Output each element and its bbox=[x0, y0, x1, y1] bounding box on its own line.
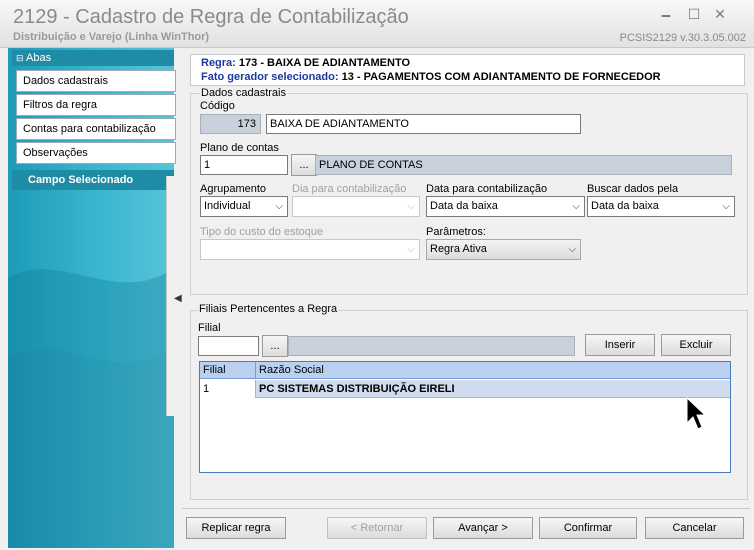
sidebar: ⊟ Abas Dados cadastrais Filtros da regra… bbox=[8, 48, 176, 548]
buscar-dados-select[interactable]: Data da baixa ⌵ bbox=[587, 196, 735, 217]
filiais-table[interactable]: Filial Razão Social 1 PC SISTEMAS DISTRI… bbox=[199, 361, 731, 473]
footer-bar: Replicar regra < Retornar Avançar > Conf… bbox=[182, 508, 750, 546]
agrupamento-value: Individual bbox=[204, 200, 251, 212]
agrupamento-select[interactable]: Individual ⌵ bbox=[200, 196, 288, 217]
inserir-button[interactable]: Inserir bbox=[585, 334, 655, 356]
excluir-button[interactable]: Excluir bbox=[661, 334, 731, 356]
plano-de-contas-descricao: PLANO DE CONTAS bbox=[315, 155, 732, 175]
avancar-button[interactable]: Avançar > bbox=[433, 517, 533, 539]
window-title: 2129 - Cadastro de Regra de Contabilizaç… bbox=[13, 6, 409, 28]
confirmar-button[interactable]: Confirmar bbox=[539, 517, 637, 539]
dados-cadastrais-legend: Dados cadastrais bbox=[200, 87, 287, 99]
data-contabilizacao-value: Data da baixa bbox=[430, 200, 498, 212]
sidebar-splitter[interactable] bbox=[166, 176, 174, 416]
regra-value: 173 - BAIXA DE ADIANTAMENTO bbox=[238, 57, 411, 69]
sidebar-item-contas-para-contabilizacao[interactable]: Contas para contabilização bbox=[16, 118, 176, 140]
chevron-down-icon: ⌵ bbox=[275, 201, 283, 212]
parametros-value: Regra Ativa bbox=[430, 243, 487, 255]
version-label: PCSIS2129 v.30.3.05.002 bbox=[619, 32, 746, 44]
rule-header: Regra: 173 - BAIXA DE ADIANTAMENTO Fato … bbox=[190, 54, 745, 86]
column-header-razao-social[interactable]: Razão Social bbox=[256, 362, 730, 379]
buscar-dados-value: Data da baixa bbox=[591, 200, 659, 212]
close-icon[interactable]: ✕ bbox=[710, 4, 730, 24]
filial-descricao bbox=[288, 336, 575, 356]
descricao-field[interactable]: BAIXA DE ADIANTAMENTO bbox=[266, 114, 581, 134]
data-contabilizacao-select[interactable]: Data da baixa ⌵ bbox=[426, 196, 585, 217]
collapse-left-icon[interactable]: ◀ bbox=[174, 293, 182, 304]
collapse-icon[interactable]: ⊟ bbox=[16, 53, 24, 63]
parametros-select[interactable]: Regra Ativa ⌵ bbox=[426, 239, 581, 260]
sidebar-item-dados-cadastrais[interactable]: Dados cadastrais bbox=[16, 70, 176, 92]
title-bar: 2129 - Cadastro de Regra de Contabilizaç… bbox=[0, 0, 754, 48]
dia-contabilizacao-label: Dia para contabilização bbox=[292, 183, 407, 195]
chevron-down-icon: ⌵ bbox=[407, 244, 415, 255]
filial-field[interactable] bbox=[198, 336, 259, 356]
cell-filial: 1 bbox=[200, 380, 256, 398]
filiais-legend: Filiais Pertencentes a Regra bbox=[198, 303, 339, 315]
data-contabilizacao-label: Data para contabilização bbox=[426, 183, 548, 195]
retornar-button[interactable]: < Retornar bbox=[327, 517, 427, 539]
column-header-filial[interactable]: Filial bbox=[200, 362, 256, 379]
mouse-cursor-icon bbox=[686, 397, 706, 430]
plano-de-contas-field[interactable]: 1 bbox=[200, 155, 288, 175]
abas-header-label: Abas bbox=[26, 52, 52, 64]
agrupamento-label: Agrupamento bbox=[200, 183, 267, 195]
cell-razao-social: PC SISTEMAS DISTRIBUIÇÃO EIRELI bbox=[259, 383, 455, 395]
replicar-regra-button[interactable]: Replicar regra bbox=[186, 517, 286, 539]
fato-gerador-label: Fato gerador selecionado: bbox=[201, 71, 339, 83]
tipo-custo-select[interactable]: ⌵ bbox=[200, 239, 420, 260]
plano-de-contas-lookup-button[interactable]: ... bbox=[291, 154, 317, 176]
cancelar-button[interactable]: Cancelar bbox=[645, 517, 744, 539]
regra-label: Regra: bbox=[201, 57, 236, 69]
tipo-custo-label: Tipo do custo do estoque bbox=[200, 226, 324, 238]
main-panel: Regra: 173 - BAIXA DE ADIANTAMENTO Fato … bbox=[182, 48, 754, 550]
filial-label: Filial bbox=[198, 322, 221, 334]
table-header: Filial Razão Social bbox=[200, 362, 730, 379]
sidebar-wave-decoration bbox=[8, 268, 174, 548]
window-subtitle: Distribuição e Varejo (Linha WinThor) bbox=[13, 31, 210, 43]
abas-header: ⊟ Abas bbox=[12, 50, 174, 66]
maximize-icon[interactable]: ☐ bbox=[684, 4, 704, 24]
sidebar-item-observacoes[interactable]: Observações bbox=[16, 142, 176, 164]
chevron-down-icon: ⌵ bbox=[407, 201, 415, 212]
filial-lookup-button[interactable]: ... bbox=[262, 335, 288, 357]
chevron-down-icon: ⌵ bbox=[568, 244, 576, 255]
minimize-icon[interactable]: 🗕 bbox=[656, 4, 676, 24]
plano-de-contas-label: Plano de contas bbox=[200, 142, 279, 154]
dia-contabilizacao-select[interactable]: ⌵ bbox=[292, 196, 420, 217]
campo-selecionado-header: Campo Selecionado bbox=[12, 170, 174, 190]
buscar-dados-label: Buscar dados pela bbox=[587, 183, 679, 195]
table-row[interactable]: 1 PC SISTEMAS DISTRIBUIÇÃO EIRELI bbox=[200, 380, 730, 398]
parametros-label: Parâmetros: bbox=[426, 226, 486, 238]
fato-gerador-value: 13 - PAGAMENTOS COM ADIANTAMENTO DE FORN… bbox=[341, 71, 661, 83]
codigo-field[interactable]: 173 bbox=[200, 114, 261, 134]
sidebar-item-filtros-da-regra[interactable]: Filtros da regra bbox=[16, 94, 176, 116]
codigo-label: Código bbox=[200, 100, 235, 112]
chevron-down-icon: ⌵ bbox=[722, 201, 730, 212]
chevron-down-icon: ⌵ bbox=[572, 201, 580, 212]
